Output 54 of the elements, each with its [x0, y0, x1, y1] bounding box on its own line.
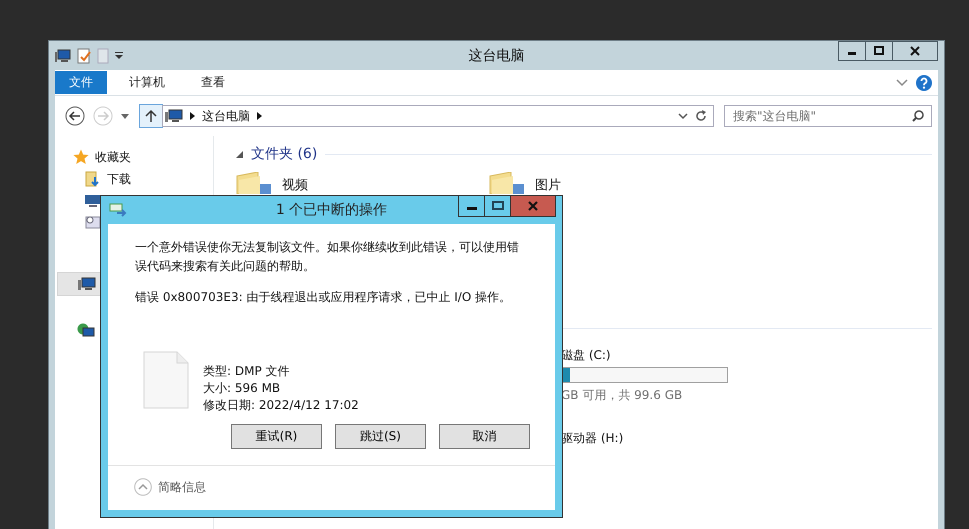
chevron-right-icon[interactable]: [190, 112, 195, 120]
caret-icon[interactable]: [121, 114, 129, 118]
window-title: 这台电脑: [468, 46, 524, 64]
refresh-icon[interactable]: [695, 110, 707, 122]
ribbon-tab[interactable]: 文件: [55, 71, 107, 94]
dialog-button[interactable]: 取消: [439, 424, 530, 449]
group-header[interactable]: 文件夹 (6): [251, 145, 318, 163]
caret-icon[interactable]: [115, 52, 123, 60]
sidebar-heading[interactable]: 收藏夹: [95, 148, 131, 166]
error-code: 错误 0x800703E3: 由于线程退出或应用程序请求，已中止 I/O 操作。: [135, 289, 512, 306]
ribbon-tab[interactable]: 计算机: [115, 71, 179, 94]
minimize-button[interactable]: [838, 41, 866, 61]
star-icon: [73, 149, 89, 165]
search-icon[interactable]: [912, 110, 924, 122]
help-icon[interactable]: [916, 74, 932, 90]
maximize-icon: [874, 46, 884, 56]
folder-name[interactable]: 视频: [282, 176, 308, 194]
details-toggle[interactable]: 简略信息: [158, 478, 206, 496]
ribbon-tab[interactable]: 查看: [187, 71, 239, 94]
close-button[interactable]: [892, 41, 938, 61]
chevron-down-icon[interactable]: [896, 78, 908, 86]
chevron-down-icon[interactable]: [678, 112, 688, 120]
file-type: 类型: DMP 文件: [203, 363, 291, 380]
download-folder-icon: [85, 171, 101, 187]
file-icon: [143, 351, 189, 409]
dialog-title: 1 个已中断的操作: [276, 201, 388, 219]
collapse-icon[interactable]: [236, 150, 243, 158]
address-bar[interactable]: 这台电脑: [162, 105, 714, 127]
network-icon: [77, 323, 95, 339]
chevron-up-circle-icon[interactable]: [134, 478, 152, 496]
dialog-button[interactable]: 重试(R): [231, 424, 322, 449]
desktop-icon: [85, 195, 101, 207]
chevron-right-icon[interactable]: [257, 112, 262, 120]
close-icon: [910, 46, 920, 56]
maximize-icon: [492, 201, 504, 211]
file-size: 大小: 596 MB: [203, 380, 282, 397]
copy-arrow-icon: [109, 203, 127, 217]
computer-icon: [78, 277, 96, 291]
error-message: 一个意外错误使你无法复制该文件。如果你继续收到此错误，可以使用错误代码来搜索有关此问题的帮助。: [135, 239, 520, 275]
document-check-icon[interactable]: [77, 48, 91, 64]
up-arrow-icon: [145, 109, 157, 123]
search-field[interactable]: 搜索"这台电脑": [724, 105, 932, 127]
computer-icon: [165, 109, 183, 123]
up-button[interactable]: [139, 104, 163, 128]
maximize-button[interactable]: [865, 41, 893, 61]
back-icon[interactable]: [65, 106, 85, 126]
computer-icon[interactable]: [55, 48, 71, 62]
close-icon: [528, 201, 538, 211]
minimize-button[interactable]: [458, 196, 485, 217]
breadcrumb[interactable]: 这台电脑: [202, 108, 250, 124]
dialog-button[interactable]: 跳过(S): [335, 424, 426, 449]
file-modified: 修改日期: 2022/4/12 17:02: [203, 397, 359, 414]
sidebar-item[interactable]: 下载: [107, 170, 131, 188]
folder-name[interactable]: 图片: [535, 176, 561, 194]
